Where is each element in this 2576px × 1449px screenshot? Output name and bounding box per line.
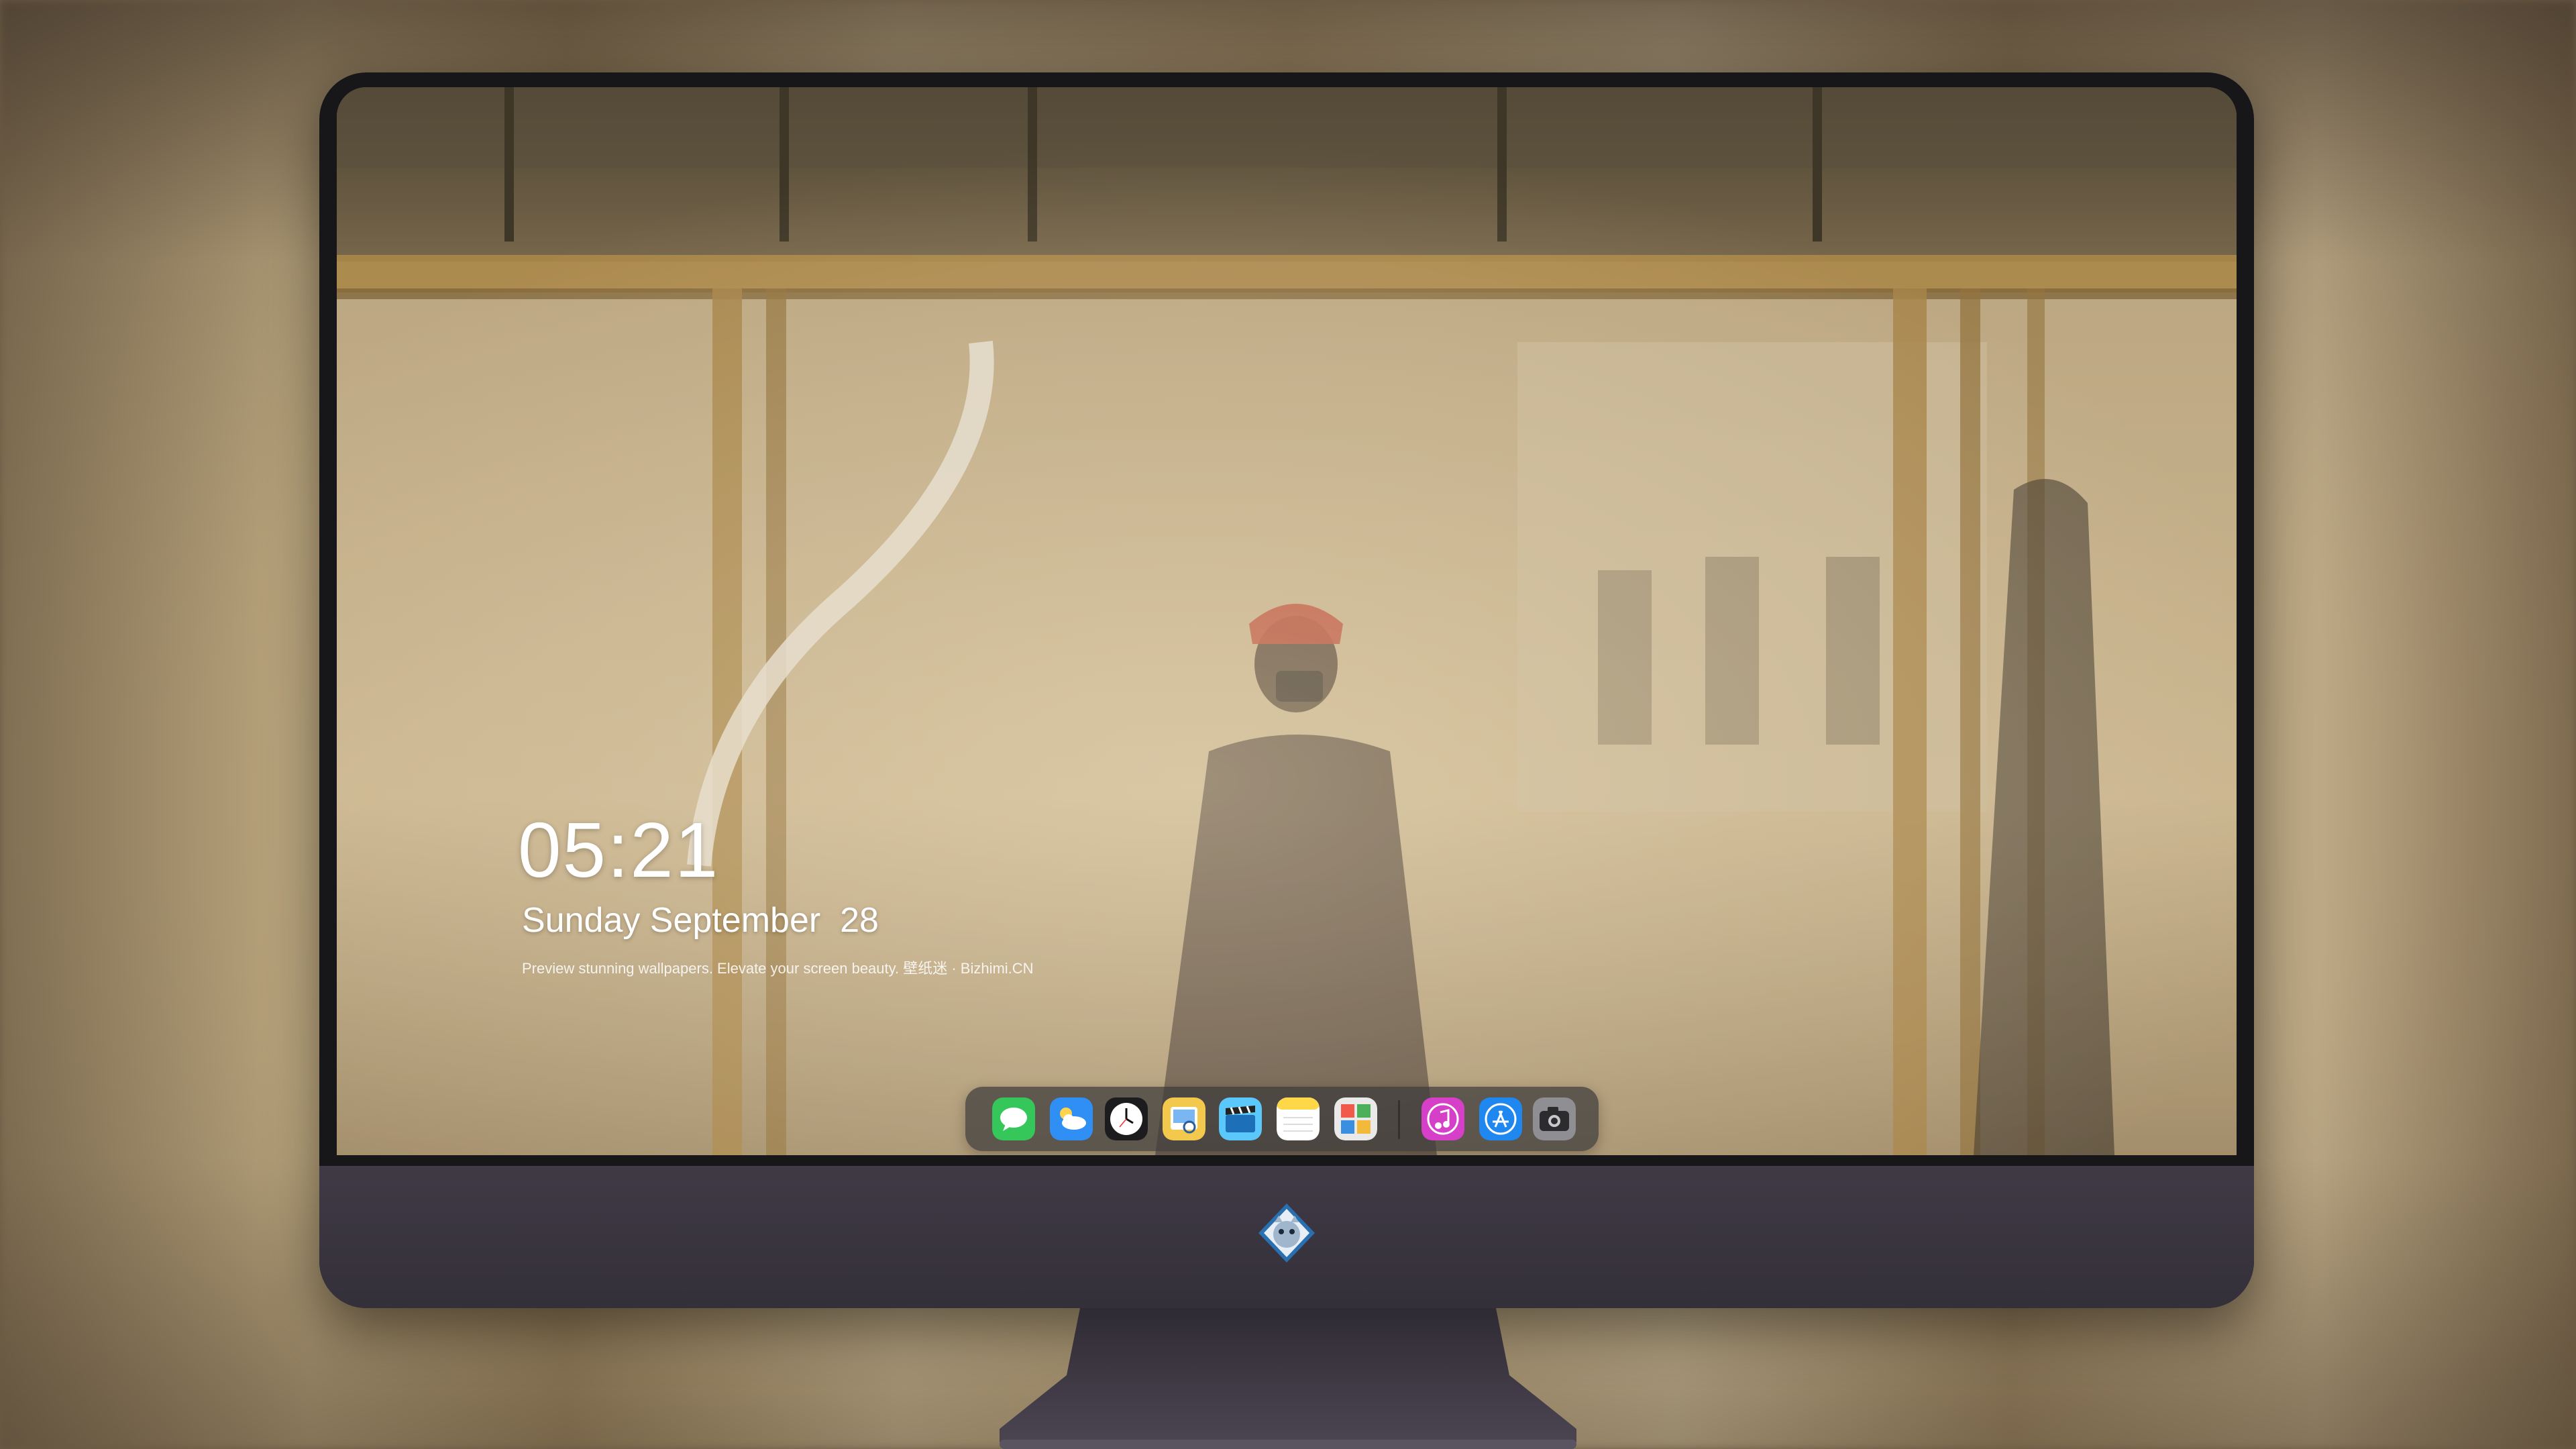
lockscreen-clock: 05:21	[518, 806, 720, 894]
clapperboard-icon[interactable]	[1219, 1097, 1262, 1140]
messages-icon[interactable]	[992, 1097, 1035, 1140]
app-store-icon[interactable]	[1479, 1097, 1522, 1140]
dock	[965, 1087, 1599, 1151]
weather-icon[interactable]	[1050, 1097, 1093, 1140]
monitor: 05:21 Sunday September 28 Preview stunni…	[319, 72, 2254, 1308]
music-icon[interactable]	[1421, 1097, 1464, 1140]
wallpaper-tagline: Preview stunning wallpapers. Elevate you…	[522, 960, 1034, 977]
monitor-chin	[319, 1166, 2254, 1308]
wallpaper	[337, 87, 2237, 1155]
lockscreen-date: Sunday September 28	[522, 901, 879, 940]
monitor-stand	[1000, 1308, 1576, 1449]
clock-icon[interactable]	[1105, 1097, 1148, 1140]
notes-icon[interactable]	[1277, 1097, 1320, 1140]
mascot-logo-icon	[1258, 1203, 1315, 1263]
camera-icon[interactable]	[1533, 1097, 1576, 1140]
screen: 05:21 Sunday September 28 Preview stunni…	[337, 87, 2237, 1155]
preview-icon[interactable]	[1163, 1097, 1205, 1140]
photo-booth-icon[interactable]	[1334, 1097, 1377, 1140]
dock-divider	[1398, 1100, 1400, 1139]
